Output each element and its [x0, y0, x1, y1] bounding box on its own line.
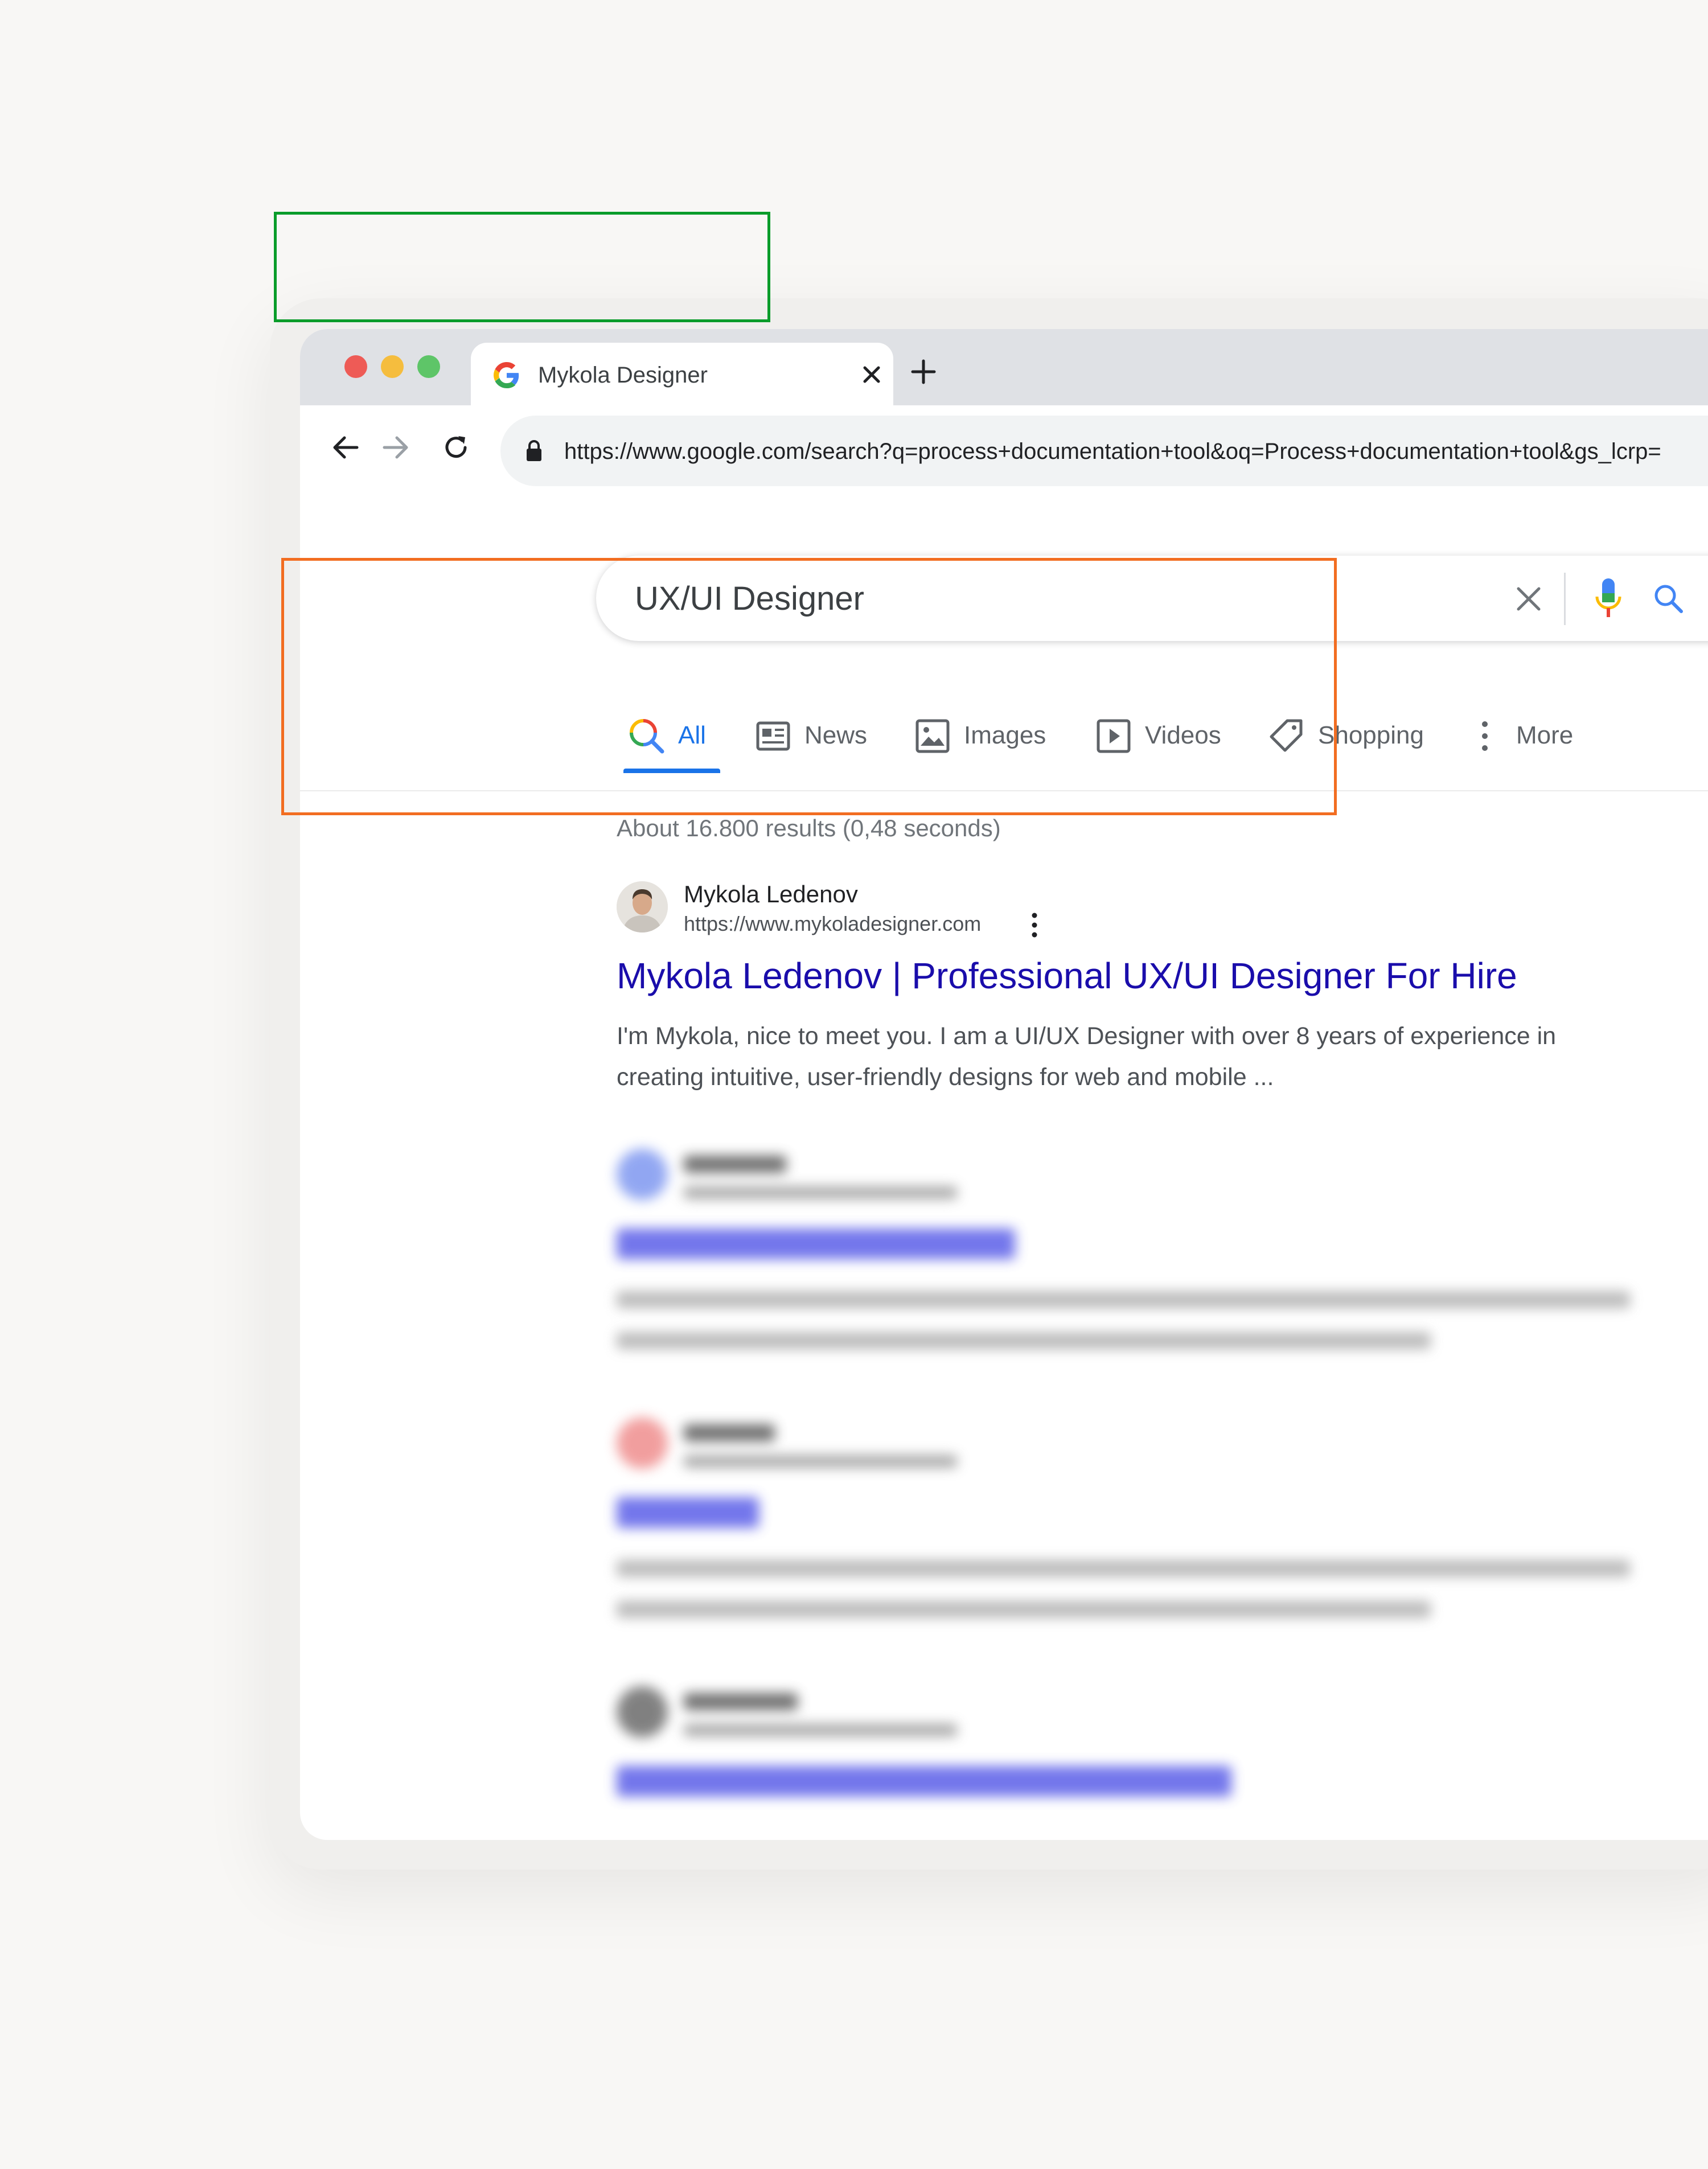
blurred-text [684, 1455, 957, 1468]
blurred-text [617, 1497, 759, 1528]
result-snippet: I'm Mykola, nice to meet you. I am a UI/… [617, 1022, 1557, 1091]
blurred-text [684, 1693, 798, 1710]
microphone-icon[interactable] [1592, 576, 1624, 622]
more-vert-icon [1482, 721, 1488, 751]
blurred-text [684, 1186, 957, 1199]
reload-icon[interactable] [439, 430, 473, 465]
browser-toolbar: https://www.google.com/search?q=process+… [300, 405, 1708, 491]
result-site-name: Mykola Ledenov [684, 881, 858, 907]
blurred-text [684, 1724, 957, 1736]
window-close-dot[interactable] [344, 355, 367, 378]
blurred-text [617, 1291, 1630, 1308]
blurred-avatar [617, 1149, 668, 1200]
blurred-text [684, 1424, 775, 1441]
blurred-text [684, 1156, 786, 1173]
blurred-text [617, 1601, 1431, 1618]
avatar[interactable] [617, 881, 668, 932]
blurred-text [617, 1229, 1015, 1259]
browser-window: Mykola Designer https://www.google.com/s… [300, 329, 1708, 1840]
tab-label: More [1516, 721, 1574, 749]
back-arrow-icon[interactable] [329, 430, 363, 465]
person-avatar-icon [617, 881, 668, 932]
window-maximize-dot[interactable] [417, 355, 440, 378]
window-minimize-dot[interactable] [381, 355, 404, 378]
tab-close-icon[interactable] [861, 364, 882, 385]
tab-strip: Mykola Designer [300, 329, 1708, 408]
blurred-avatar [617, 1686, 668, 1737]
google-logo-icon [494, 362, 519, 388]
new-tab-icon[interactable] [909, 358, 938, 386]
results-count: About 16.800 results (0,48 seconds) [617, 815, 1001, 841]
address-url: https://www.google.com/search?q=process+… [564, 439, 1661, 464]
top-result-highlight [281, 558, 1337, 815]
blurred-text [617, 1766, 1231, 1797]
search-divider [1564, 573, 1566, 625]
blurred-text [617, 1560, 1630, 1577]
tab-title: Mykola Designer [538, 363, 708, 388]
clear-icon[interactable] [1514, 584, 1543, 614]
browser-tab[interactable]: Mykola Designer [471, 343, 893, 408]
blurred-avatar [617, 1418, 668, 1469]
lock-icon [527, 440, 541, 461]
address-bar[interactable]: https://www.google.com/search?q=process+… [500, 416, 1708, 486]
search-icon[interactable] [1652, 582, 1685, 615]
result-title-link[interactable]: Mykola Ledenov | Professional UX/UI Desi… [617, 953, 1517, 999]
search-query-highlight [274, 212, 770, 322]
forward-arrow-icon[interactable] [379, 430, 413, 465]
blurred-text [617, 1332, 1431, 1349]
more-options-icon[interactable] [1030, 912, 1039, 938]
result-url[interactable]: https://www.mykoladesigner.com [684, 911, 981, 937]
